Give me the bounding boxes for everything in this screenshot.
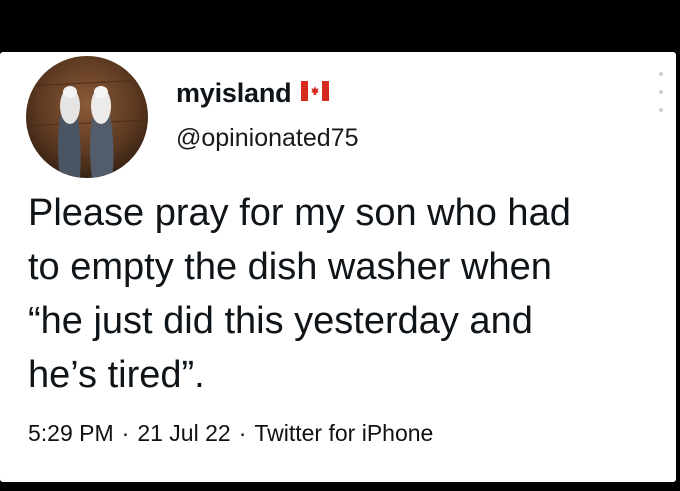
avatar-image: [26, 56, 148, 178]
tweet-text: Please pray for my son who had to empty …: [28, 192, 571, 396]
meta-separator: ·: [121, 420, 130, 446]
tweet-time[interactable]: 5:29 PM: [28, 420, 114, 447]
tweet-meta: 5:29 PM · 21 Jul 22 · Twitter for iPhone: [28, 420, 433, 447]
tweet-source[interactable]: Twitter for iPhone: [254, 420, 433, 447]
canada-flag-icon: [301, 81, 330, 106]
tweet-card: myisland @opinionated75 Please pray for …: [0, 52, 676, 482]
author-name-row[interactable]: myisland: [176, 78, 330, 109]
meta-separator: ·: [238, 420, 247, 446]
tweet-date[interactable]: 21 Jul 22: [137, 420, 230, 447]
author-handle[interactable]: @opinionated75: [176, 124, 358, 153]
display-name[interactable]: myisland: [176, 78, 292, 109]
more-options-icon[interactable]: [656, 72, 666, 112]
avatar[interactable]: [26, 56, 148, 178]
